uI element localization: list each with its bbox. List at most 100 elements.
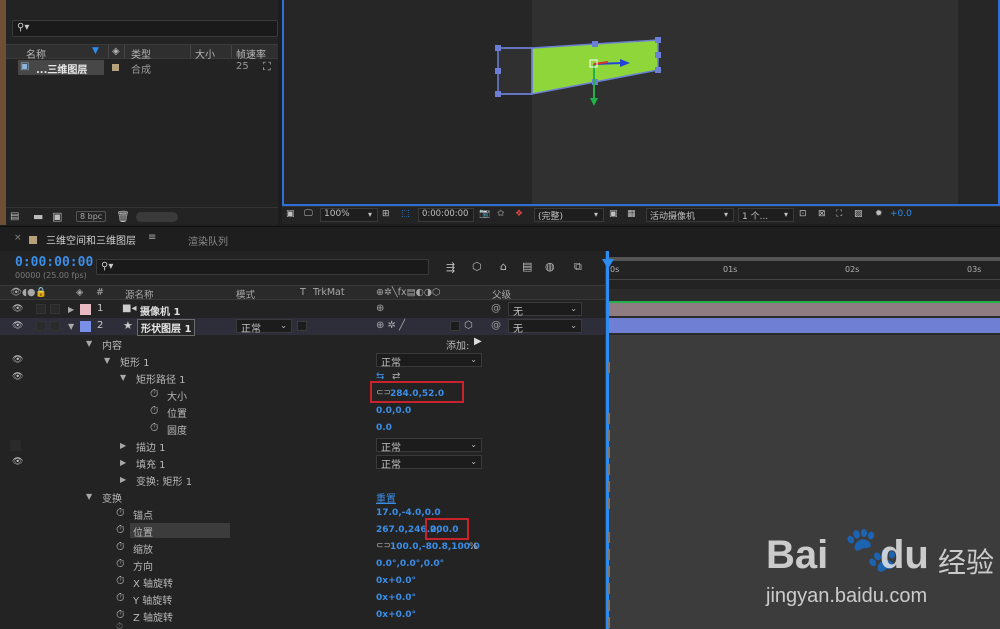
switch-icons[interactable]: ⊕ ✲ ╱ bbox=[376, 320, 405, 331]
layer-row-shape[interactable]: 👁 ▼ 2 ★ 形状图层 1 正常 ⌄ ⊕ ✲ ╱ ⬡ @ 无 ⌄ bbox=[0, 318, 605, 336]
prop-position[interactable]: ⏱ 位置 267.0,246.0, 200.0 bbox=[0, 518, 605, 540]
flowchart-icon[interactable]: ⛶ bbox=[836, 209, 842, 219]
pick-whip-icon[interactable]: @ bbox=[491, 303, 501, 314]
camera-dropdown[interactable]: 活动摄像机 ▾ bbox=[646, 208, 734, 222]
thumbnail-slider[interactable] bbox=[136, 212, 178, 222]
prop-rect-transform[interactable]: ▶ 变换: 矩形 1 bbox=[0, 471, 605, 488]
col-fps[interactable]: 帧速率 bbox=[236, 46, 266, 61]
layer-name[interactable]: 摄像机 1 bbox=[140, 303, 180, 318]
handle-tr[interactable] bbox=[655, 37, 661, 43]
interpret-footage-icon[interactable]: ▤ bbox=[10, 211, 19, 222]
visibility-toggle[interactable] bbox=[10, 440, 21, 451]
reset-link[interactable]: 重置 bbox=[376, 490, 396, 505]
handle-bl[interactable] bbox=[495, 91, 501, 97]
stroke-mode-dropdown[interactable]: 正常 ⌄ bbox=[376, 438, 482, 454]
composition-viewer[interactable] bbox=[282, 0, 1000, 206]
viewer-timecode[interactable]: 0:00:00:00 bbox=[418, 208, 474, 222]
z-rotation-value[interactable]: 0x+0.0° bbox=[376, 610, 416, 620]
fill-mode-dropdown[interactable]: 正常 ⌄ bbox=[376, 455, 482, 471]
zoom-dropdown[interactable]: 100% ▾ bbox=[320, 208, 378, 222]
shy-layers-icon[interactable]: ⌂ bbox=[500, 260, 507, 273]
prop-transform[interactable]: ▼ 变换 重置 bbox=[0, 488, 605, 505]
stopwatch-icon[interactable]: ⏱ bbox=[150, 387, 159, 401]
playhead-handle[interactable] bbox=[602, 259, 614, 269]
visibility-eye-icon[interactable]: 👁 bbox=[12, 372, 23, 382]
prop-stroke[interactable]: ▶ 描边 1 正常 ⌄ bbox=[0, 437, 605, 454]
exposure-value[interactable]: +0.0 bbox=[890, 209, 912, 219]
scale-value[interactable]: 100.0,-80.8,100.0 bbox=[390, 542, 480, 552]
time-ruler[interactable]: 0s 01s 02s 03s bbox=[606, 261, 1000, 289]
camera-layer-bar[interactable] bbox=[608, 301, 1000, 316]
col-type[interactable]: 类型 bbox=[131, 46, 151, 61]
tab-menu-icon[interactable]: ≡ bbox=[148, 232, 156, 243]
stopwatch-icon[interactable]: ⏱ bbox=[116, 608, 125, 622]
roundness-value[interactable]: 0.0 bbox=[376, 423, 392, 433]
handle-mr[interactable] bbox=[655, 52, 661, 58]
prop-size[interactable]: ⏱ 大小 ⊂⊃ 284.0,52.0 bbox=[0, 381, 605, 403]
link-icon[interactable]: ⊂⊃ bbox=[376, 541, 391, 551]
layer-search-input[interactable]: ⚲▾ bbox=[96, 259, 429, 275]
col-source-name[interactable]: 源名称 bbox=[125, 287, 154, 301]
toggle-pixel-icon[interactable]: ⊠ bbox=[818, 209, 826, 219]
layer-row-camera[interactable]: 👁 ▶ 1 ■◂ 摄像机 1 ⊕ @ 无 ⌄ bbox=[0, 301, 605, 318]
show-snapshot-icon[interactable]: ✿ bbox=[497, 209, 505, 219]
visibility-eye-icon[interactable]: 👁 bbox=[12, 355, 23, 365]
transparency-grid-icon[interactable]: ▦ bbox=[627, 209, 636, 219]
expand-triangle-icon[interactable]: ▶ bbox=[120, 475, 126, 484]
prop-y-rotation[interactable]: ⏱ Y 轴旋转 0x+0.0° bbox=[0, 590, 605, 607]
snapshot-icon[interactable]: 📷 bbox=[479, 209, 490, 219]
prop-z-rotation[interactable]: ⏱ Z 轴旋转 0x+0.0° bbox=[0, 607, 605, 624]
fast-preview-icon[interactable]: ▨ bbox=[854, 209, 863, 219]
parent-dropdown[interactable]: 无 ⌄ bbox=[508, 319, 582, 335]
bpc-button[interactable]: 8 bpc bbox=[76, 211, 107, 222]
stopwatch-icon[interactable]: ⏱ bbox=[150, 404, 159, 418]
motion-blur-icon[interactable]: ◍ bbox=[545, 260, 555, 273]
prop-orientation[interactable]: ⏱ 方向 0.0°,0.0°,0.0° bbox=[0, 556, 605, 573]
collapse-triangle-icon[interactable]: ▼ bbox=[104, 356, 110, 365]
parent-dropdown[interactable]: 无 ⌄ bbox=[508, 302, 582, 318]
orientation-value[interactable]: 0.0°,0.0°,0.0° bbox=[376, 559, 444, 569]
add-menu-icon[interactable]: ▶ bbox=[474, 336, 482, 347]
tab-composition[interactable]: 三维空间和三维图层 bbox=[46, 232, 136, 247]
collapse-triangle-icon[interactable]: ▼ bbox=[86, 339, 92, 348]
pick-whip-icon[interactable]: @ bbox=[491, 320, 501, 331]
new-composition-icon[interactable]: ▣ bbox=[52, 210, 62, 223]
col-size[interactable]: 大小 bbox=[195, 46, 215, 61]
visibility-eye-icon[interactable]: 👁 bbox=[12, 304, 23, 314]
close-tab-icon[interactable]: × bbox=[14, 233, 22, 243]
stopwatch-icon[interactable]: ⏱ bbox=[116, 574, 125, 588]
flowchart-icon[interactable]: ⛶ bbox=[263, 60, 271, 74]
blend-mode-dropdown[interactable]: 正常 ⌄ bbox=[236, 319, 292, 335]
shape-layer-preview[interactable] bbox=[484, 30, 684, 120]
prop-rect-group[interactable]: 👁 ▼ 矩形 1 正常 ⌄ bbox=[0, 352, 605, 369]
col-parent[interactable]: 父级 bbox=[492, 287, 511, 301]
sort-down-icon[interactable]: ▼ bbox=[92, 46, 99, 56]
project-item-row[interactable]: ▣ ...三维图层 合成 25 ⛶ bbox=[6, 60, 278, 76]
handle-tl[interactable] bbox=[495, 45, 501, 51]
current-time[interactable]: 0:00:00:00 bbox=[15, 255, 93, 270]
prop-scale[interactable]: ⏱ 缩放 ⊂⊃ 100.0,-80.8,100.0 % bbox=[0, 539, 605, 556]
prop-rect-position[interactable]: ⏱ 位置 0.0,0.0 bbox=[0, 403, 605, 420]
project-search-input[interactable]: ⚲▾ bbox=[12, 20, 278, 37]
visibility-eye-icon[interactable]: 👁 bbox=[12, 457, 23, 467]
anchor-value[interactable]: 17.0,-4.0,0.0 bbox=[376, 508, 441, 518]
prop-x-rotation[interactable]: ⏱ X 轴旋转 0x+0.0° bbox=[0, 573, 605, 590]
collapse-triangle-icon[interactable]: ▼ bbox=[86, 492, 92, 501]
resolution-dropdown[interactable]: (完整) ▾ bbox=[534, 208, 604, 222]
tab-render-queue[interactable]: 渲染队列 bbox=[188, 233, 228, 248]
label-color-swatch[interactable] bbox=[80, 321, 91, 332]
col-mode[interactable]: 模式 bbox=[236, 287, 255, 301]
exposure-icon[interactable]: ✹ bbox=[875, 209, 883, 219]
safe-zones-icon[interactable]: ⊞ bbox=[382, 209, 390, 219]
prop-rect-path[interactable]: 👁 ▼ 矩形路径 1 ⇆ ⇄ bbox=[0, 369, 605, 386]
3d-layer-icon[interactable]: ⬡ bbox=[464, 320, 473, 331]
frame-blending-icon[interactable]: ▤ bbox=[522, 260, 532, 273]
rect-mode-dropdown[interactable]: 正常 ⌄ bbox=[376, 353, 482, 369]
rect-position-value[interactable]: 0.0,0.0 bbox=[376, 406, 411, 416]
trash-icon[interactable]: 🗑 bbox=[116, 210, 130, 223]
handle-br[interactable] bbox=[655, 67, 661, 73]
graph-editor-icon[interactable]: ⧉ bbox=[574, 260, 582, 274]
draft-3d-icon[interactable]: ⬡ bbox=[472, 260, 482, 273]
shape-layer-bar[interactable] bbox=[608, 318, 1000, 333]
collapse-switch-icon[interactable]: ⊕ bbox=[376, 303, 384, 314]
